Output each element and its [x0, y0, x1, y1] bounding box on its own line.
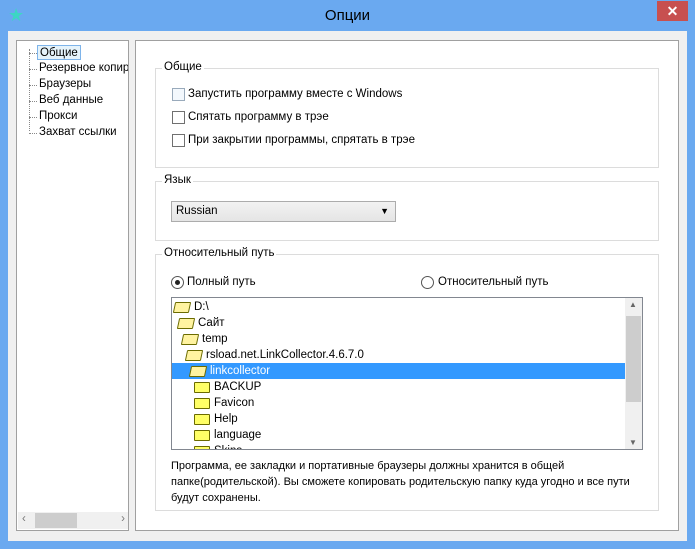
full-path-label: Полный путь [187, 276, 256, 288]
folder-icon [194, 429, 210, 441]
tree-line [29, 133, 37, 134]
path-note: Программа, ее закладки и портативные бра… [171, 460, 630, 504]
folder-name: temp [202, 333, 228, 345]
scroll-thumb[interactable] [35, 513, 77, 528]
folder-item[interactable]: Help [194, 411, 238, 427]
tree-line [29, 117, 37, 118]
nav-item[interactable]: Прокси [37, 109, 79, 124]
folder-name: Help [214, 413, 238, 425]
nav-item[interactable]: Веб данные [37, 93, 105, 108]
folder-name: D:\ [194, 301, 209, 313]
scroll-up-button[interactable]: ▲ [629, 300, 637, 309]
tree-line [29, 53, 37, 54]
tree-line [29, 49, 30, 131]
path-legend: Относительный путь [162, 247, 277, 259]
folder-name: BACKUP [214, 381, 262, 393]
general-group: Общие Запустить программу вместе с Windo… [155, 61, 659, 168]
folder-item[interactable]: D:\ [172, 299, 209, 315]
language-select[interactable]: Russian ▼ [171, 201, 396, 222]
folder-item[interactable]: Favicon [194, 395, 254, 411]
hide-tray-label: Спятать программу в трэе [188, 111, 329, 123]
language-legend: Язык [162, 174, 193, 186]
folder-icon [194, 397, 210, 409]
star-icon: ★ [8, 5, 25, 25]
startup-label: Запустить программу вместе с Windows [188, 88, 403, 100]
window-title: Опции [324, 7, 371, 24]
nav-item[interactable]: Общие [37, 45, 81, 60]
folder-name: language [214, 429, 262, 441]
full-path-radio[interactable] [171, 276, 184, 289]
scroll-down-button[interactable]: ▼ [629, 438, 637, 447]
scroll-left-button[interactable]: ‹ [22, 513, 26, 525]
scroll-right-button[interactable]: › [121, 513, 125, 525]
nav-item[interactable]: Захват ссылки [37, 125, 119, 140]
tree-line [29, 85, 37, 86]
folder-item[interactable]: temp [180, 331, 228, 347]
folder-item[interactable]: BACKUP [194, 379, 261, 395]
folder-open-icon [188, 365, 208, 377]
options-nav-tree[interactable]: ОбщиеРезервное копированиеБраузерыВеб да… [16, 40, 129, 531]
folder-item[interactable]: linkcollector [172, 363, 625, 379]
nav-item[interactable]: Резервное копирование [37, 61, 128, 76]
close-to-tray-checkbox[interactable] [172, 134, 185, 147]
horizontal-scrollbar[interactable]: ‹ › [18, 512, 128, 529]
folder-open-icon [180, 333, 200, 345]
folder-name: Skins [214, 443, 242, 449]
relative-path-radio[interactable] [421, 276, 434, 289]
vertical-scrollbar[interactable]: ▲ ▼ [625, 298, 642, 449]
close-button[interactable]: ✕ [657, 1, 688, 21]
folder-name: Favicon [214, 397, 255, 409]
folder-name: linkcollector [210, 365, 271, 377]
tree-line [29, 101, 37, 102]
folder-item[interactable]: rsload.net.LinkCollector.4.6.7.0 [184, 347, 364, 363]
folder-open-icon [176, 317, 196, 329]
folder-item[interactable]: Сайт [176, 315, 225, 331]
tree-line [29, 69, 37, 70]
relative-path-label: Относительный путь [438, 276, 549, 288]
folder-tree[interactable]: D:\ Сайт temp rsload.net.LinkCollector.4.6.… [171, 297, 643, 450]
chevron-down-icon: ▼ [380, 206, 389, 216]
scroll-thumb[interactable] [626, 316, 641, 402]
folder-name: Сайт [198, 317, 225, 329]
language-value: Russian [176, 205, 218, 217]
general-legend: Общие [162, 61, 204, 73]
folder-item[interactable]: language [194, 427, 261, 443]
hide-tray-checkbox[interactable] [172, 111, 185, 124]
nav-item[interactable]: Браузеры [37, 77, 93, 92]
folder-name: rsload.net.LinkCollector.4.6.7.0 [206, 349, 364, 361]
folder-open-icon [172, 301, 192, 313]
folder-item[interactable]: Skins [194, 443, 242, 449]
startup-checkbox[interactable] [172, 88, 185, 101]
close-to-tray-label: При закрытии программы, спрятать в трэе [188, 134, 415, 146]
folder-icon [194, 381, 210, 393]
folder-open-icon [184, 349, 204, 361]
folder-icon [194, 445, 210, 449]
folder-icon [194, 413, 210, 425]
